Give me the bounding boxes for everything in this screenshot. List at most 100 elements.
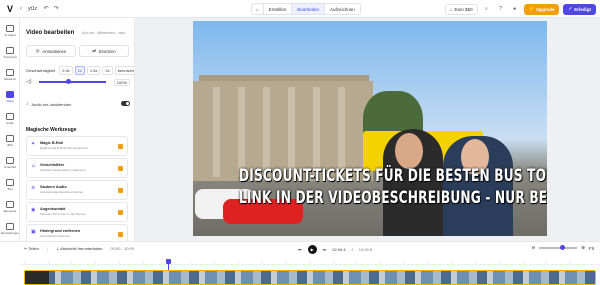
pro-badge [118, 144, 123, 149]
video-canvas[interactable]: DISCOUNT-TICKETS FÜR DIE BESTEN BUS TOUR… [193, 21, 547, 236]
help-icon[interactable]: ? [496, 4, 506, 14]
ruler-tick: | [214, 260, 215, 264]
timeline: ✂ Teilen | ⇣ Abschnitt herunterladen 00:… [0, 241, 600, 285]
nav-audio[interactable]: Audio [0, 108, 20, 130]
notification-icon[interactable]: ● [510, 4, 520, 14]
done-button[interactable]: ✓ Erledigt [563, 3, 596, 15]
elements-icon [6, 201, 14, 208]
mute-row: ♪ Audio ein-/ausblenden [26, 101, 130, 107]
nav-label: Elemente [3, 209, 17, 213]
volume-knob[interactable] [65, 79, 71, 85]
download-section-label: Abschnitt herunterladen [60, 246, 103, 251]
ruler-tick: | [427, 260, 429, 264]
done-label: Erledigt [574, 6, 591, 12]
rewind-icon[interactable]: ⏮ [298, 247, 302, 252]
speed-option-selected[interactable]: 1x [74, 66, 85, 75]
ruler-tick: | [24, 260, 25, 264]
nav-ai-agent[interactable]: AI Agent [0, 20, 20, 42]
ruler-tick: | [142, 260, 144, 264]
panel-title: Video bearbeiten [26, 30, 75, 36]
video-track[interactable] [24, 270, 596, 285]
zoom-slider[interactable] [539, 245, 578, 251]
speed-option[interactable]: 1.5x [86, 66, 101, 75]
top-bar: V ‹ yt1z ↶ ↷ ⌂ Erstellen Bearbeiten Aufz… [0, 0, 600, 18]
ruler-tick: | [119, 260, 120, 264]
ai-agent-icon [6, 25, 14, 32]
undo-icon[interactable]: ↶ [41, 4, 51, 14]
timeline-ruler[interactable]: |||||||||||||||||||||||| [20, 258, 600, 265]
project-name[interactable]: yt1z [28, 6, 37, 12]
speed-option-custom[interactable]: benutzerdef. [114, 66, 134, 75]
pro-badge [118, 210, 123, 215]
play-icon: ▶ [310, 247, 314, 252]
app-logo[interactable]: V [4, 3, 16, 15]
ruler-tick: | [404, 260, 405, 264]
nav-label: Audio [6, 121, 14, 125]
file-name: yt1z.net - Mitnehmen....mp4 [82, 31, 126, 35]
ruler-tick: | [47, 260, 49, 264]
zoom-out-icon[interactable]: ⊖ [531, 245, 535, 251]
animations-label: Animationen [42, 48, 67, 54]
nav-media-ai[interactable]: Media AI [0, 64, 20, 86]
pro-badge [118, 166, 123, 171]
nav-label: Einstellungen [0, 231, 19, 235]
zoom-in-icon[interactable]: ⊕ [581, 245, 585, 251]
back-arrow-icon[interactable]: ‹ [16, 4, 26, 14]
bolt-icon: ⚡ [528, 6, 535, 11]
redo-icon[interactable]: ↷ [51, 4, 61, 14]
sparkle-icon: ✦ [31, 141, 36, 147]
nav-label: AI Agent [4, 33, 16, 37]
nav-text[interactable]: Text [0, 174, 20, 196]
forward-icon[interactable]: ⏭ [323, 247, 327, 252]
gate-column [263, 87, 270, 177]
volume-value[interactable]: 100% [113, 78, 130, 86]
volume-slider[interactable] [38, 79, 106, 85]
animations-button[interactable]: ◎ Animationen [26, 45, 76, 57]
time-current: 02:34.4 [332, 247, 346, 252]
nav-image[interactable]: Bild [0, 130, 20, 152]
replace-button[interactable]: ⇄ Ersetzen [79, 45, 129, 57]
fit-button[interactable]: Fit [589, 246, 594, 251]
speed-option[interactable]: 0.5x [59, 66, 73, 75]
image-icon [6, 135, 14, 142]
ruler-tick: | [499, 260, 500, 264]
search-icon[interactable]: ⌕ [482, 4, 492, 14]
earn-button[interactable]: ⌂ Earn $50 [444, 3, 478, 15]
nav-subtitles[interactable]: Untertitel [0, 152, 20, 174]
tab-record[interactable]: Aufzeichnen [325, 4, 360, 14]
zoom-knob[interactable] [560, 245, 566, 251]
ruler-tick: | [332, 260, 334, 264]
tab-create[interactable]: Erstellen [264, 4, 293, 14]
nav-label: Text [7, 187, 13, 191]
nav-video[interactable]: Video [0, 86, 20, 108]
caption-line-1[interactable]: DISCOUNT-TICKETS FÜR DIE BESTEN BUS TOUR… [239, 166, 547, 185]
tool-desc: Schauen Sie immer in die Kamera [40, 211, 86, 216]
play-button[interactable]: ▶ [307, 245, 317, 254]
nav-settings[interactable]: Einstellungen [0, 218, 20, 240]
tab-home[interactable]: ⌂ [252, 4, 264, 14]
tool-magic-broll[interactable]: ✦ Magic B-Roll Ergänzende B-Roll-Clips g… [26, 136, 128, 156]
split-button[interactable]: ✂ Teilen [24, 246, 39, 251]
ruler-tick: | [380, 260, 382, 264]
speed-option[interactable]: 2x [102, 66, 113, 75]
upgrade-button[interactable]: ⚡ Upgrade [523, 3, 560, 15]
caption-line-2[interactable]: LINK IN DER VIDEOBESCHREIBUNG - NUR BEGR… [239, 188, 547, 207]
tool-remove-background[interactable]: ▣ Hintergrund entfernen Automatisch entf… [26, 224, 128, 241]
audio-icon: ♪ [26, 101, 29, 107]
download-section-button[interactable]: ⇣ Abschnitt herunterladen [56, 246, 103, 251]
topbar-actions: ⌂ Earn $50 ⌕ ? ● ⚡ Upgrade ✓ Erledigt [444, 3, 596, 15]
left-navigation: AI Agent Transcript Media AI Video Audio… [0, 18, 20, 241]
eye-icon: ◉ [31, 207, 36, 213]
settings-icon [6, 223, 14, 230]
tab-edit[interactable]: Bearbeiten [292, 4, 326, 14]
timeline-actions: ✂ Teilen | ⇣ Abschnitt herunterladen 00:… [24, 246, 134, 251]
mute-toggle[interactable] [121, 101, 130, 106]
tool-face-filter[interactable]: ☺ Gesichtsfilter Gesichter automatisch v… [26, 158, 128, 178]
tool-eye-contact[interactable]: ◉ Augenkontakt Schauen Sie immer in die … [26, 202, 128, 222]
nav-elements[interactable]: Elemente [0, 196, 20, 218]
audio-icon [6, 113, 14, 120]
playback-controls: ⏮ ▶ ⏭ 02:34.4 / 10:09.8 [298, 245, 372, 254]
nav-transcript[interactable]: Transcript [0, 42, 20, 64]
tool-desc: Gesichter automatisch verbessern [40, 167, 86, 172]
tool-clean-audio[interactable]: ≋ Saubere Audio Hintergrundgeräusche ent… [26, 180, 128, 200]
